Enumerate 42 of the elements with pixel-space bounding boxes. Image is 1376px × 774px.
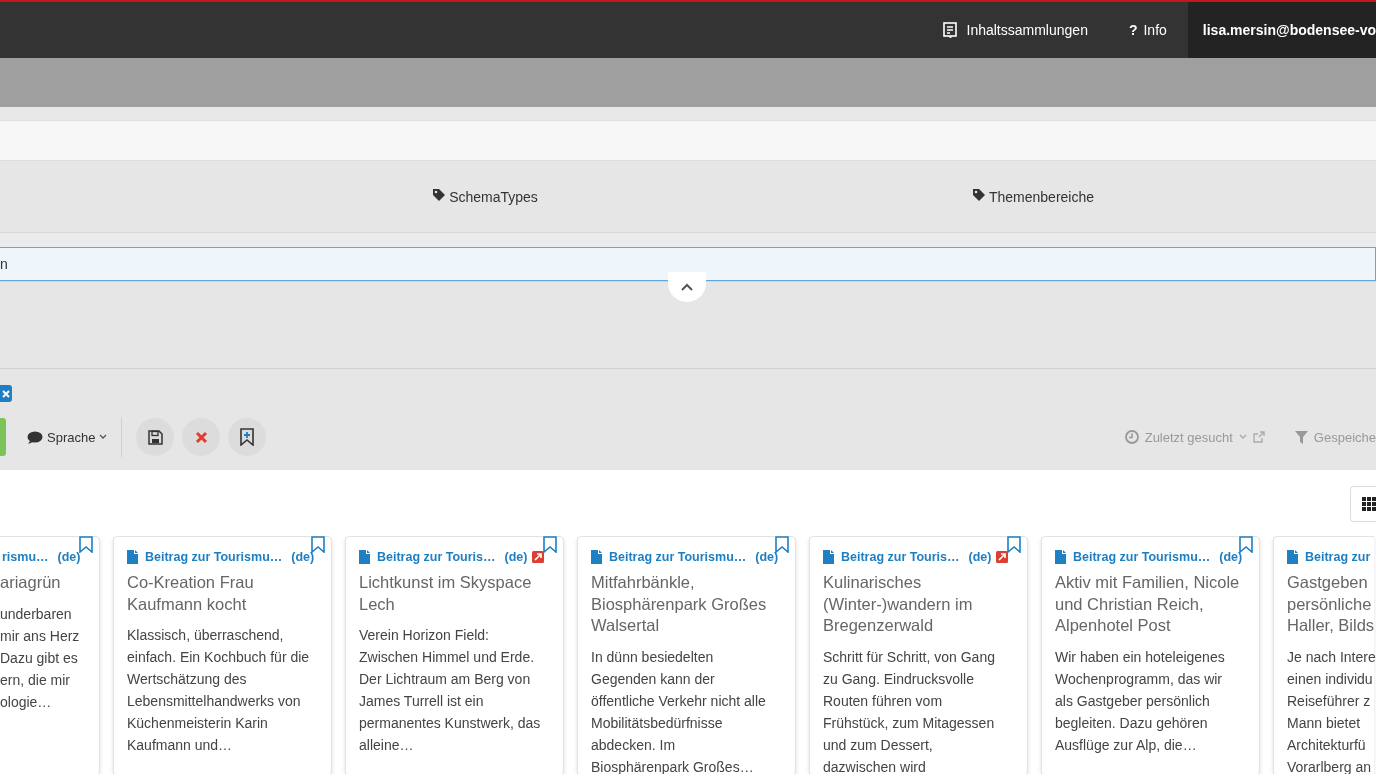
nav-link[interactable]: ? Info	[1128, 2, 1167, 58]
card-title: Lichtkunst im Skyspace Lech	[359, 572, 533, 615]
content-type-link[interactable]: Beitrag zur Tourismu…	[145, 550, 283, 564]
content-type-link[interactable]: Beitrag zur Touris…	[841, 550, 960, 564]
card-title: Co-Kreation Frau Kaufmann kocht	[127, 572, 255, 615]
result-card[interactable]: Beitrag zur Touris… (de) Lichtkunst im Skyspace Lech Verein Horizon Field: Zwischen Himmel und Erde. Der Lichtraum am Berg von James Turrell ist ein permanentes Kunstwerk, das alleine…	[345, 536, 564, 774]
result-card[interactable]: Beitrag zur Tourismu… (de) Mitfahrbänkle, Biosphärenpark Großes Walsertal In dünn besiedelten Gegenden kann der öffentliche Verkehr nicht alle Mobilitätsbedürfnisse abdecken. Im Biosphärenpark Großes…	[577, 536, 796, 774]
language-dropdown[interactable]: Sprache	[27, 429, 108, 445]
user-menu[interactable]: lisa.mersin@bodensee-vo	[1187, 2, 1376, 58]
language-label: (de)	[755, 550, 779, 564]
content-type-link[interactable]: rismu…	[2, 550, 49, 564]
language-label: (de)	[504, 550, 528, 564]
language-label: (de)	[1219, 550, 1243, 564]
card-title: Mitfahrbänkle, Biosphärenpark Großes Walsertal	[591, 572, 768, 636]
content-type-link[interactable]: Beitrag zur Tourismu…	[1073, 550, 1211, 564]
card-description: In dünn besiedelten Gegenden kann der öffentliche Verkehr nicht alle Mobilitätsbedürfnisse abdecken. Im Biosphärenpark Großes…	[591, 647, 767, 774]
language-label: (de)	[57, 550, 81, 564]
card-description: Wir haben ein hoteleigenes Wochenprogramm, das wir als Gastgeber persönlich begleiten. Dazu gehören Ausflüge zur Alp, die…	[1055, 647, 1226, 755]
language-label: (de)	[291, 550, 315, 564]
help-icon: ?	[1128, 22, 1138, 38]
card-title: Gastgeben persönliche Haller, Bilds	[1287, 572, 1374, 636]
search-field[interactable]: n	[0, 247, 1376, 281]
facet-filter[interactable]: Themenbereiche	[971, 188, 1095, 205]
result-card[interactable]: rismu… (de) ariagrün underbaren mir ans Herz Dazu gibt es ern, die mir ologie…	[0, 536, 100, 774]
content-type-link[interactable]: Beitrag zur	[1305, 550, 1371, 564]
card-description: Verein Horizon Field: Zwischen Himmel und Erde. Der Lichtraum am Berg von James Turrell ist ein permanentes Kunstwerk, das alleine…	[359, 626, 542, 755]
card-description: Klassisch, überraschend, einfach. Ein Kochbuch für die Wertschätzung des Lebensmittelhandwerks von Küchenmeisterin Karin Kaufmann und…	[127, 626, 311, 755]
card-title: ariagrün	[0, 572, 62, 593]
content-type-link[interactable]: Beitrag zur Tourismu…	[609, 550, 747, 564]
card-description: underbaren mir ans Herz Dazu gibt es ern, die mir ologie…	[0, 604, 81, 712]
card-title: Kulinarisches (Winter-)wandern im Bregenzerwald	[823, 572, 974, 636]
card-description: Je nach Intere einen individu Reiseführer z Mann bietet Architekturfü Vorarlberg an	[1287, 647, 1374, 774]
result-card[interactable]: Beitrag zur Tourismu… (de) Co-Kreation Frau Kaufmann kocht Klassisch, überraschend, einfach. Ein Kochbuch für die Wertschätzung des Lebensmittelhandwerks von Küchenmeisterin Karin Kaufmann und…	[113, 536, 332, 774]
facet-filter[interactable]: SchemaTypes	[432, 188, 538, 205]
result-card[interactable]: Beitrag zur Gastgeben persönliche Haller, Bilds Je nach Intere einen individu Reiseführer z Mann bietet Architekturfü Vorarlberg an	[1273, 536, 1374, 774]
nav-link[interactable]: Inhaltssammlungen	[942, 2, 1088, 58]
language-label: (de)	[968, 550, 992, 564]
nav-label: Info	[1143, 22, 1167, 38]
content-type-link[interactable]: Beitrag zur Touris…	[377, 550, 496, 564]
card-title: Aktiv mit Familien, Nicole und Christian Reich, Alpenhotel Post	[1055, 572, 1241, 636]
card-description: Schritt für Schritt, von Gang zu Gang. Eindrucksvolle Routen führen vom Frühstück, zum Mitagessen und zum Dessert, dazwischen wird	[823, 647, 996, 774]
nav-label: Inhaltssammlungen	[966, 22, 1088, 38]
